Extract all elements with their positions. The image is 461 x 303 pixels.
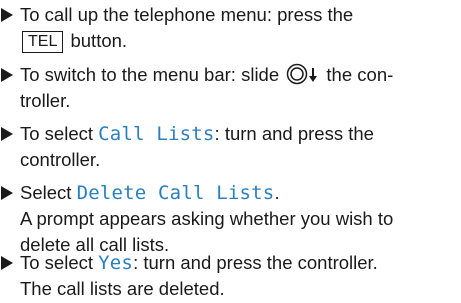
step-text: To switch to the menu bar: slide xyxy=(20,64,285,85)
controller-slide-down-icon xyxy=(286,63,320,92)
menu-term-delete-call-lists: Delete Call Lists xyxy=(76,182,275,204)
step-text: To select xyxy=(20,123,99,144)
step-line: The call lists are deleted. xyxy=(20,276,225,302)
step-text: : turn and press the xyxy=(214,123,374,144)
step-text: To select xyxy=(20,252,99,273)
step-text: : turn and press the controller. xyxy=(133,252,378,273)
step-line: To select Call Lists: turn and press the xyxy=(20,121,374,147)
step-line: To select Yes: turn and press the contro… xyxy=(20,250,378,276)
step-text: button. xyxy=(65,30,128,51)
arrow-bullet-icon xyxy=(1,121,15,147)
step-text: the con- xyxy=(321,64,394,85)
arrow-bullet-icon xyxy=(1,250,15,276)
step-line: troller. xyxy=(20,88,70,114)
step-line: TEL button. xyxy=(20,28,127,54)
step-text: controller. xyxy=(20,149,101,170)
step-text: troller. xyxy=(20,90,71,111)
step-text: . xyxy=(274,182,280,203)
step-text: The call lists are deleted. xyxy=(20,278,225,299)
step-line: To call up the telephone menu: press the xyxy=(20,2,353,28)
menu-term-yes: Yes xyxy=(98,252,134,274)
menu-term-call-lists: Call Lists xyxy=(98,123,215,145)
arrow-bullet-icon xyxy=(1,2,15,28)
step-line: To switch to the menu bar: slide the con… xyxy=(20,62,393,88)
step-text: Select xyxy=(20,182,77,203)
step-text: To call up the telephone menu: press the xyxy=(20,4,354,25)
arrow-bullet-icon xyxy=(1,62,15,88)
step-text: A prompt appears asking whether you wish… xyxy=(20,208,394,229)
tel-key-label: TEL xyxy=(22,31,64,53)
step-line: Select Delete Call Lists. xyxy=(20,180,280,206)
step-line: controller. xyxy=(20,147,100,173)
arrow-bullet-icon xyxy=(1,180,15,206)
step-line: A prompt appears asking whether you wish… xyxy=(20,206,393,232)
